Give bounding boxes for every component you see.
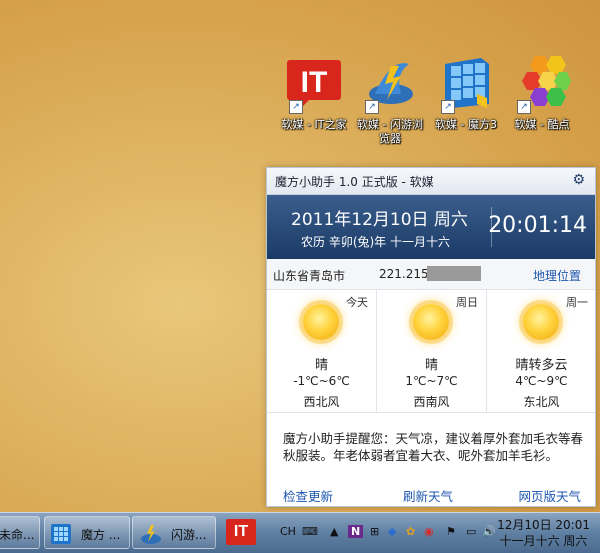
forecast-day: 周一 晴转多云 4℃~9℃ 东北风 (486, 290, 596, 412)
mofang-assistant-gadget: 魔方小助手 1.0 正式版 - 软媒 ⚙ 2011年12月10日 周六 农历 辛… (266, 167, 596, 507)
gear-icon[interactable]: ⚙ (572, 172, 585, 188)
location-bar: 山东省青岛市 221.215 地理位置 (267, 259, 595, 290)
shortcut-arrow-icon: ↗ (441, 100, 455, 114)
flash-browser-icon (139, 522, 163, 546)
taskbar-button-mofang[interactable]: 魔方 ... (44, 516, 130, 549)
forecast-temp: -1℃~6℃ (293, 374, 350, 388)
flash-tray-icon[interactable]: ◆ (388, 525, 396, 538)
gadget-links: 检查更新 刷新天气 网页版天气 (267, 486, 595, 504)
forecast-wind: 西南风 (413, 395, 450, 409)
ithome-taskbar-icon[interactable]: IT (226, 519, 256, 545)
shortcut-arrow-icon: ↗ (289, 100, 303, 114)
forecast-wind: 东北风 (523, 395, 560, 409)
desktop-icon-label: 软媒 - IT之家 (281, 118, 347, 131)
taskbar-button-label: 魔方 ... (81, 528, 121, 542)
sunny-icon (413, 304, 449, 340)
kudian-hexagon-icon: ↗ (513, 54, 571, 114)
taskbar-button-flash-browser[interactable]: 闪游... (132, 516, 216, 549)
mofang-tray-icon[interactable]: ✿ (406, 525, 415, 538)
connection-icon[interactable]: ▭ (466, 525, 476, 538)
solar-date: 2011年12月10日 周六 (291, 210, 468, 230)
svg-text:IT: IT (301, 66, 328, 99)
onenote-icon[interactable]: N (348, 525, 364, 538)
gadget-titlebar: 魔方小助手 1.0 正式版 - 软媒 ⚙ (267, 168, 595, 195)
shortcut-arrow-icon: ↗ (517, 100, 531, 114)
sunny-icon (523, 304, 559, 340)
system-tray: CH ⌨ ▲ N ⊞ ◆ ✿ ◉ ⚑ ▭ 🔊 12月10日 20:01 十一月十… (276, 513, 600, 553)
forecast-wind: 西北风 (303, 395, 340, 409)
desktop-icon-label: 软媒 - 闪游浏览器 (357, 118, 423, 145)
forecast-day: 周日 晴 1℃~7℃ 西南风 (376, 290, 486, 412)
taskbar-button-label: 闪游... (171, 528, 207, 542)
clock-date: 十一月十六 周六 (499, 534, 588, 548)
taskbar-button-untitled[interactable]: 未命... (0, 516, 40, 549)
refresh-weather-link[interactable]: 刷新天气 (403, 486, 453, 505)
volume-icon[interactable]: 🔊 (482, 525, 496, 538)
geo-location-link[interactable]: 地理位置 (533, 267, 581, 284)
ithome-icon: IT ↗ (285, 54, 343, 114)
shortcut-arrow-icon: ↗ (365, 100, 379, 114)
taskbar: 未命... 魔方 ... 闪游... IT CH ⌨ ▲ N ⊞ ◆ ✿ ◉ ⚑… (0, 512, 600, 553)
keyboard-icon[interactable]: ⌨ (302, 525, 318, 538)
desktop-icon-label: 软媒 - 魔方3 (435, 118, 497, 131)
security-icon[interactable]: ◉ (424, 525, 434, 538)
desktop-icon-ithome[interactable]: IT ↗ 软媒 - IT之家 (276, 54, 352, 132)
desktop-icon-flash-browser[interactable]: ↗ 软媒 - 闪游浏览器 (352, 54, 428, 146)
taskbar-button-label: 未命... (0, 528, 35, 542)
forecast-day: 今天 晴 -1℃~6℃ 西北风 (267, 290, 376, 412)
mofang-cube-icon (49, 522, 73, 546)
date-panel: 2011年12月10日 周六 农历 辛卯(兔)年 十一月十六 20:01:14 (267, 195, 595, 259)
ip-address: 221.215 (379, 267, 429, 281)
forecast-condition: 晴 (424, 358, 438, 373)
forecast-temp: 4℃~9℃ (515, 374, 568, 388)
show-hidden-icons-icon[interactable]: ▲ (330, 525, 338, 538)
mofang-cube-icon: ↗ (437, 54, 495, 114)
network-icon[interactable]: ⊞ (370, 525, 379, 538)
gadget-title: 魔方小助手 1.0 正式版 - 软媒 (275, 175, 434, 189)
weather-forecast: 今天 晴 -1℃~6℃ 西北风 周日 晴 1℃~7℃ 西南风 周一 晴转多云 4… (267, 290, 595, 413)
forecast-weekday: 周日 (456, 296, 478, 309)
desktop-icon-mofang3[interactable]: ↗ 软媒 - 魔方3 (428, 54, 504, 132)
sunny-icon (303, 304, 339, 340)
forecast-weekday: 今天 (346, 296, 368, 309)
forecast-condition: 晴 (314, 358, 328, 373)
ip-redaction (427, 266, 481, 281)
flash-browser-icon: ↗ (361, 54, 419, 114)
current-time: 20:01:14 (488, 213, 587, 238)
forecast-temp: 1℃~7℃ (405, 374, 458, 388)
desktop-icon-label: 软媒 - 酷点 (514, 118, 570, 131)
web-weather-link[interactable]: 网页版天气 (518, 486, 581, 505)
city-name: 山东省青岛市 (273, 269, 346, 283)
clock-time: 12月10日 20:01 (497, 518, 590, 532)
taskbar-clock[interactable]: 12月10日 20:01 十一月十六 周六 (497, 517, 590, 549)
weather-tip: 魔方小助手提醒您：天气凉，建议着厚外套加毛衣等春秋服装。年老体弱者宜着大衣、呢外… (283, 431, 584, 463)
forecast-weekday: 周一 (566, 296, 588, 309)
forecast-condition: 晴转多云 (515, 358, 568, 373)
lunar-date: 农历 辛卯(兔)年 十一月十六 (301, 235, 450, 249)
check-update-link[interactable]: 检查更新 (283, 486, 333, 505)
desktop-icon-kudian[interactable]: ↗ 软媒 - 酷点 (504, 54, 580, 132)
ime-indicator[interactable]: CH (280, 525, 296, 538)
action-center-icon[interactable]: ⚑ (446, 525, 456, 538)
